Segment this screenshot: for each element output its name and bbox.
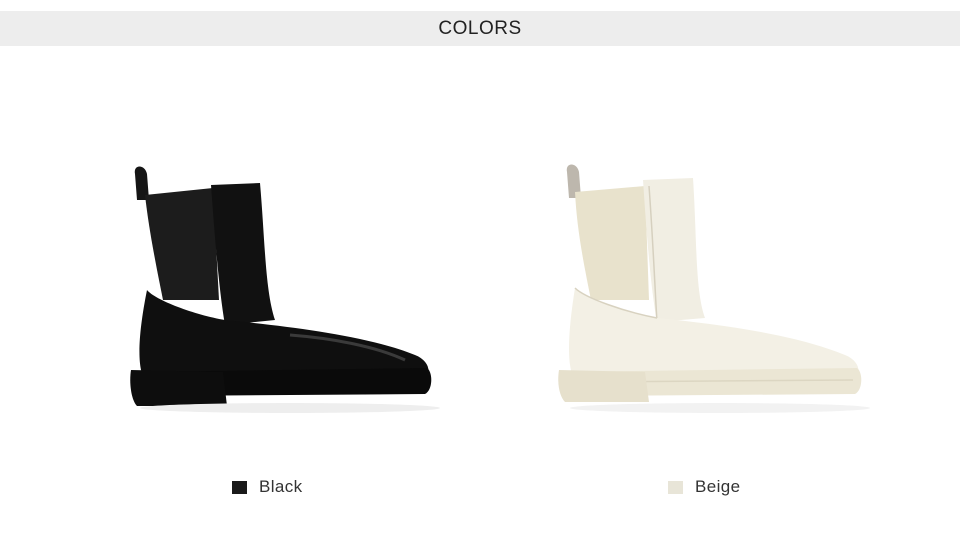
beige-boot-illustration (558, 164, 870, 413)
beige-chelsea-boot-image[interactable] (545, 150, 885, 430)
beige-color-label: Beige (695, 477, 741, 496)
black-color-label: Black (259, 477, 303, 496)
colors-header-bar: COLORS (0, 11, 960, 46)
beige-color-swatch (668, 480, 683, 494)
color-option-beige[interactable]: Beige (668, 476, 740, 498)
black-chelsea-boot-image[interactable] (115, 150, 455, 430)
black-boot-illustration (130, 166, 440, 413)
black-color-swatch (232, 480, 247, 494)
colors-heading: COLORS (438, 17, 522, 39)
color-option-black[interactable]: Black (232, 476, 303, 498)
